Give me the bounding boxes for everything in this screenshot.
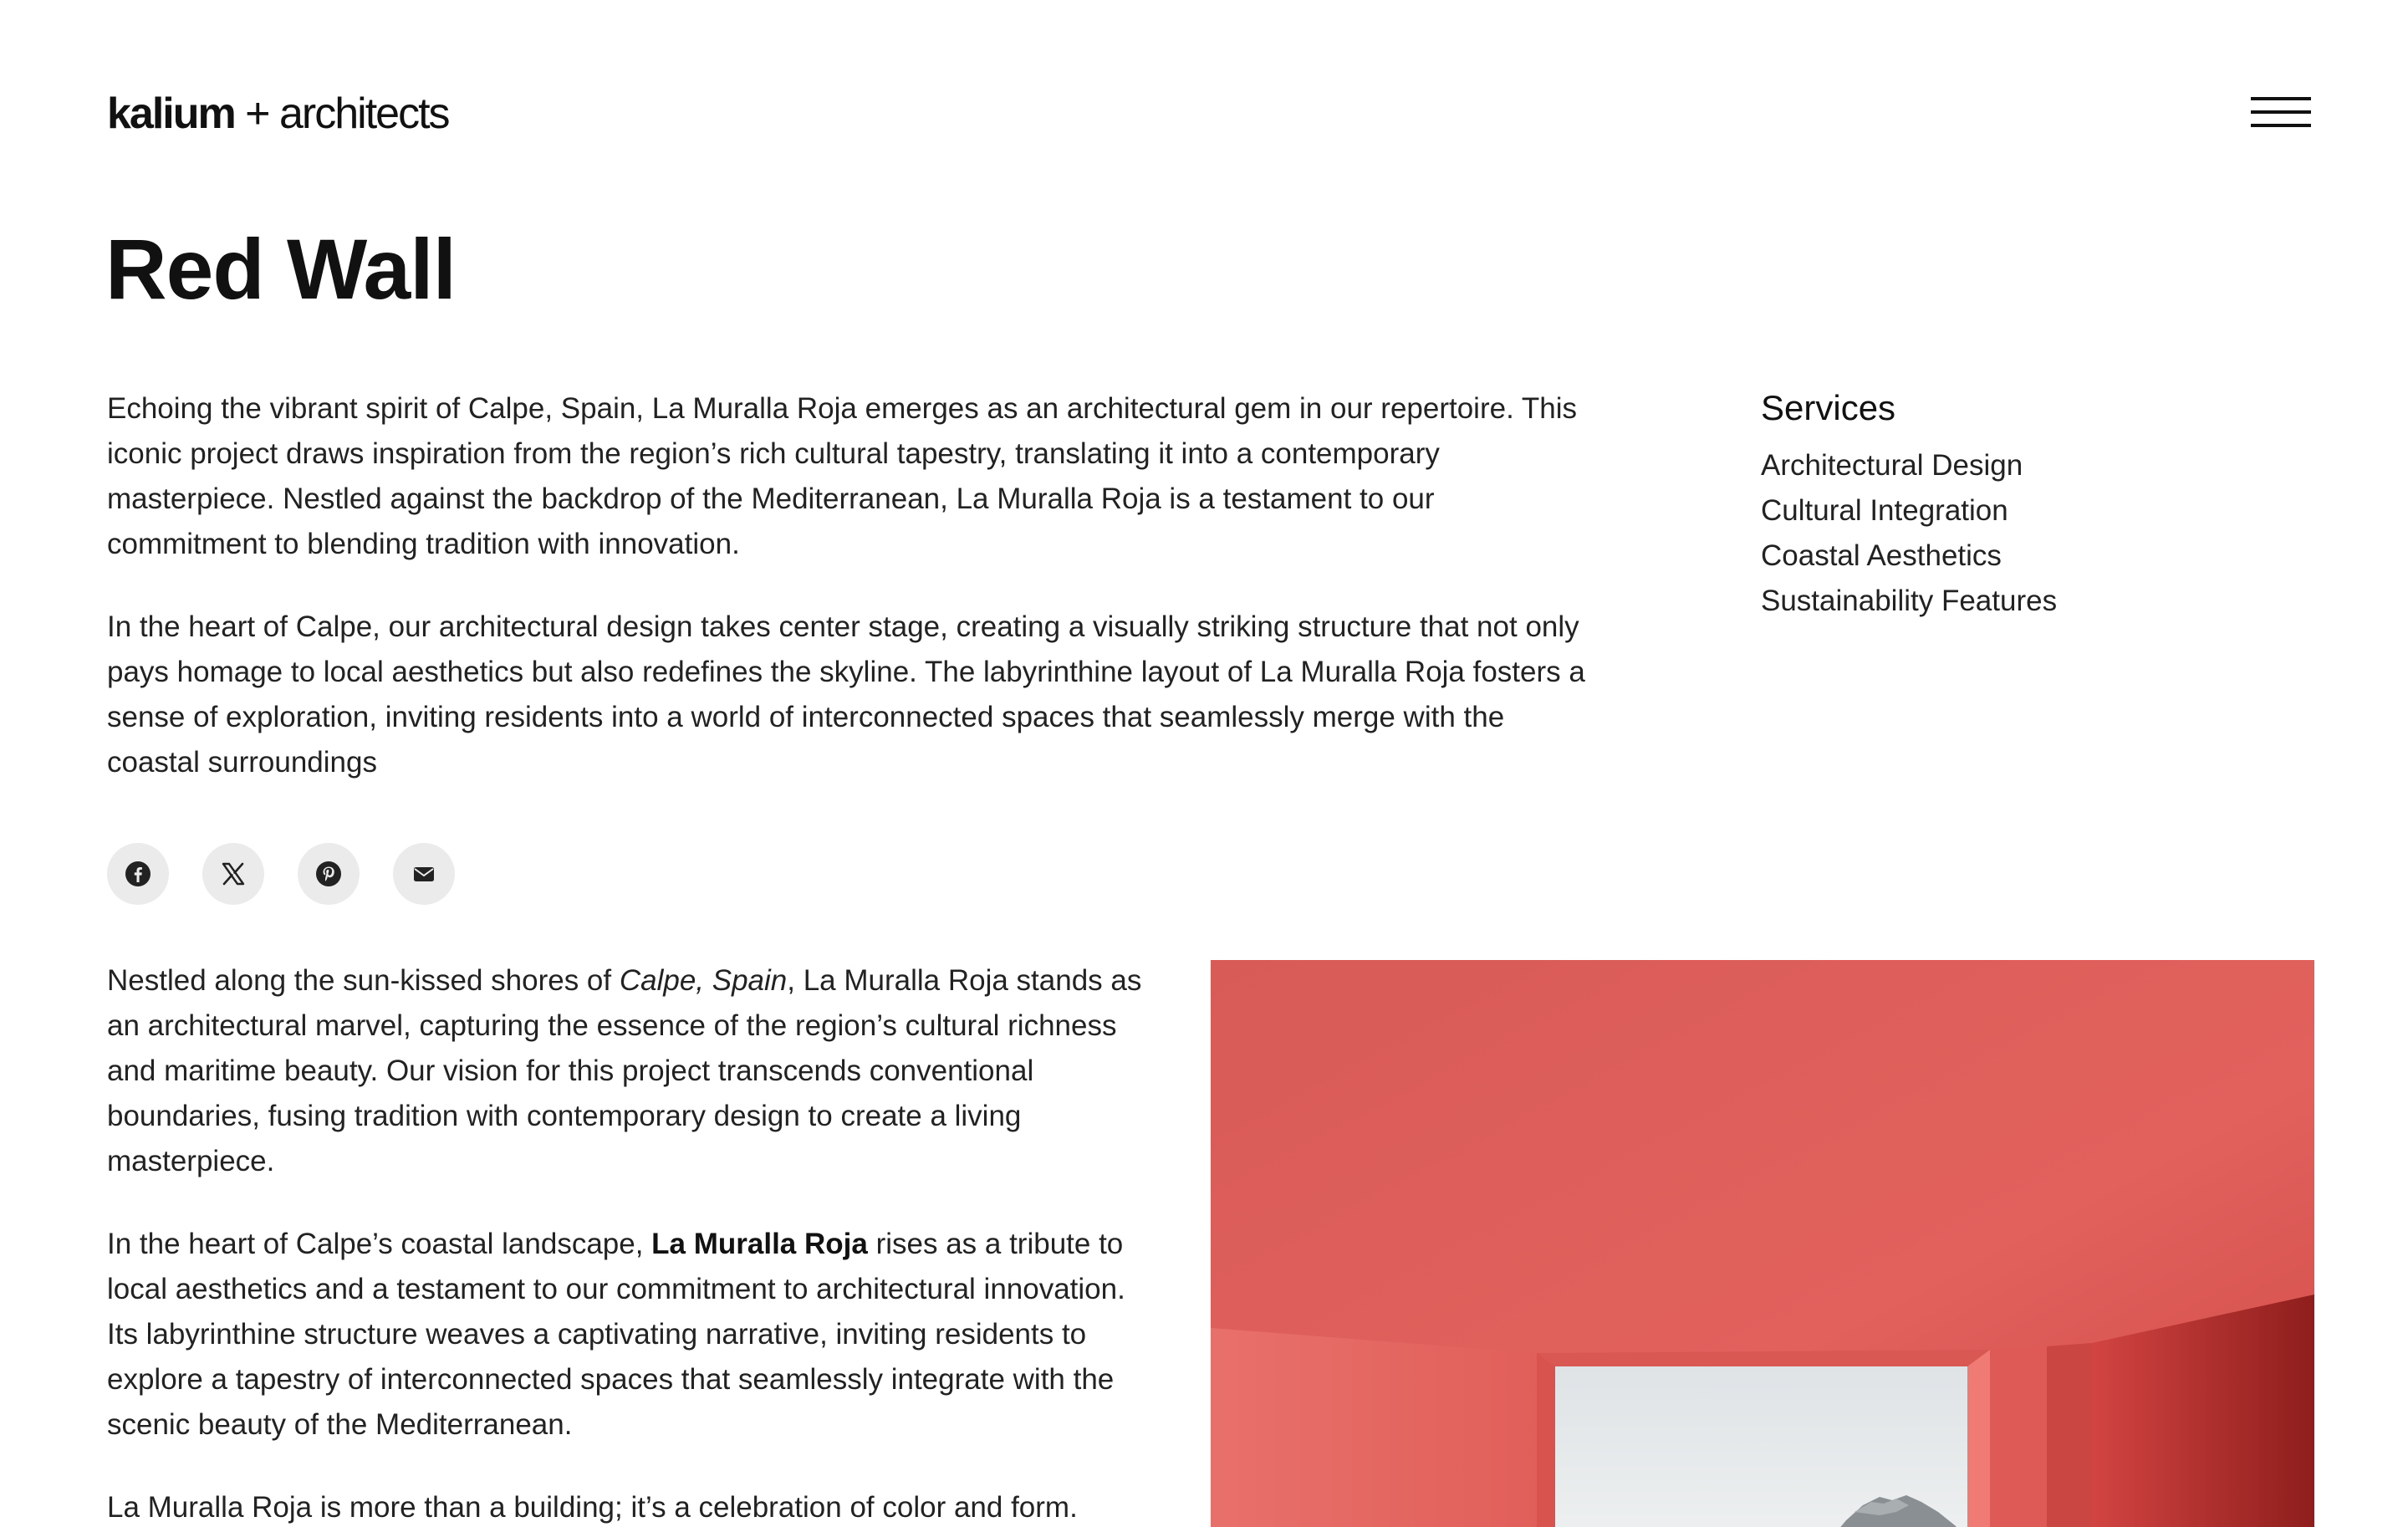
services-list: Architectural Design Cultural Integratio… [1761,443,2263,624]
description-paragraph: In the heart of Calpe’s coastal landscap… [107,1222,1144,1448]
pinterest-icon [316,861,341,886]
logo-brand: kalium [107,89,237,138]
email-icon [414,867,434,881]
menu-bar [2251,110,2311,114]
share-facebook-button[interactable] [107,843,169,905]
page: kalium + architects Red Wall Echoing the… [0,0,2408,1527]
project-name-bold: La Muralla Roja [651,1228,868,1260]
intro-paragraph: In the heart of Calpe, our architectural… [107,610,1585,779]
description-paragraph: Nestled along the sun-kissed shores of C… [107,958,1144,1184]
share-buttons [107,843,455,905]
description-paragraph: La Muralla Roja is more than a building;… [107,1491,1078,1524]
services-heading: Services [1761,388,1896,427]
intro-text: Echoing the vibrant spirit of Calpe, Spa… [107,386,1595,823]
red-wall-photo [1211,960,2314,1527]
page-title: Red Wall [105,222,457,317]
intro-paragraph: Echoing the vibrant spirit of Calpe, Spa… [107,392,1578,560]
share-email-button[interactable] [393,843,455,905]
project-image[interactable] [1211,960,2314,1527]
hamburger-menu-icon[interactable] [2251,94,2311,130]
share-pinterest-button[interactable] [298,843,360,905]
project-description: Nestled along the sun-kissed shores of C… [107,958,1144,1527]
service-item: Coastal Aesthetics [1761,539,2002,572]
menu-bar [2251,97,2311,100]
service-item: Sustainability Features [1761,585,2058,617]
text-span: In the heart of Calpe’s coastal landscap… [107,1228,652,1260]
text-span: Nestled along the sun-kissed shores of [107,964,620,997]
share-x-button[interactable] [202,843,264,905]
logo-suffix: + architects [234,89,450,138]
location-italic: Calpe, Spain [619,964,788,997]
facebook-icon [125,861,150,886]
services-block: Services Architectural Design Cultural I… [1761,385,2263,624]
site-logo[interactable]: kalium + architects [107,89,451,139]
service-item: Cultural Integration [1761,494,2008,527]
menu-bar [2251,124,2311,127]
x-icon [222,862,245,886]
service-item: Architectural Design [1761,449,2023,482]
